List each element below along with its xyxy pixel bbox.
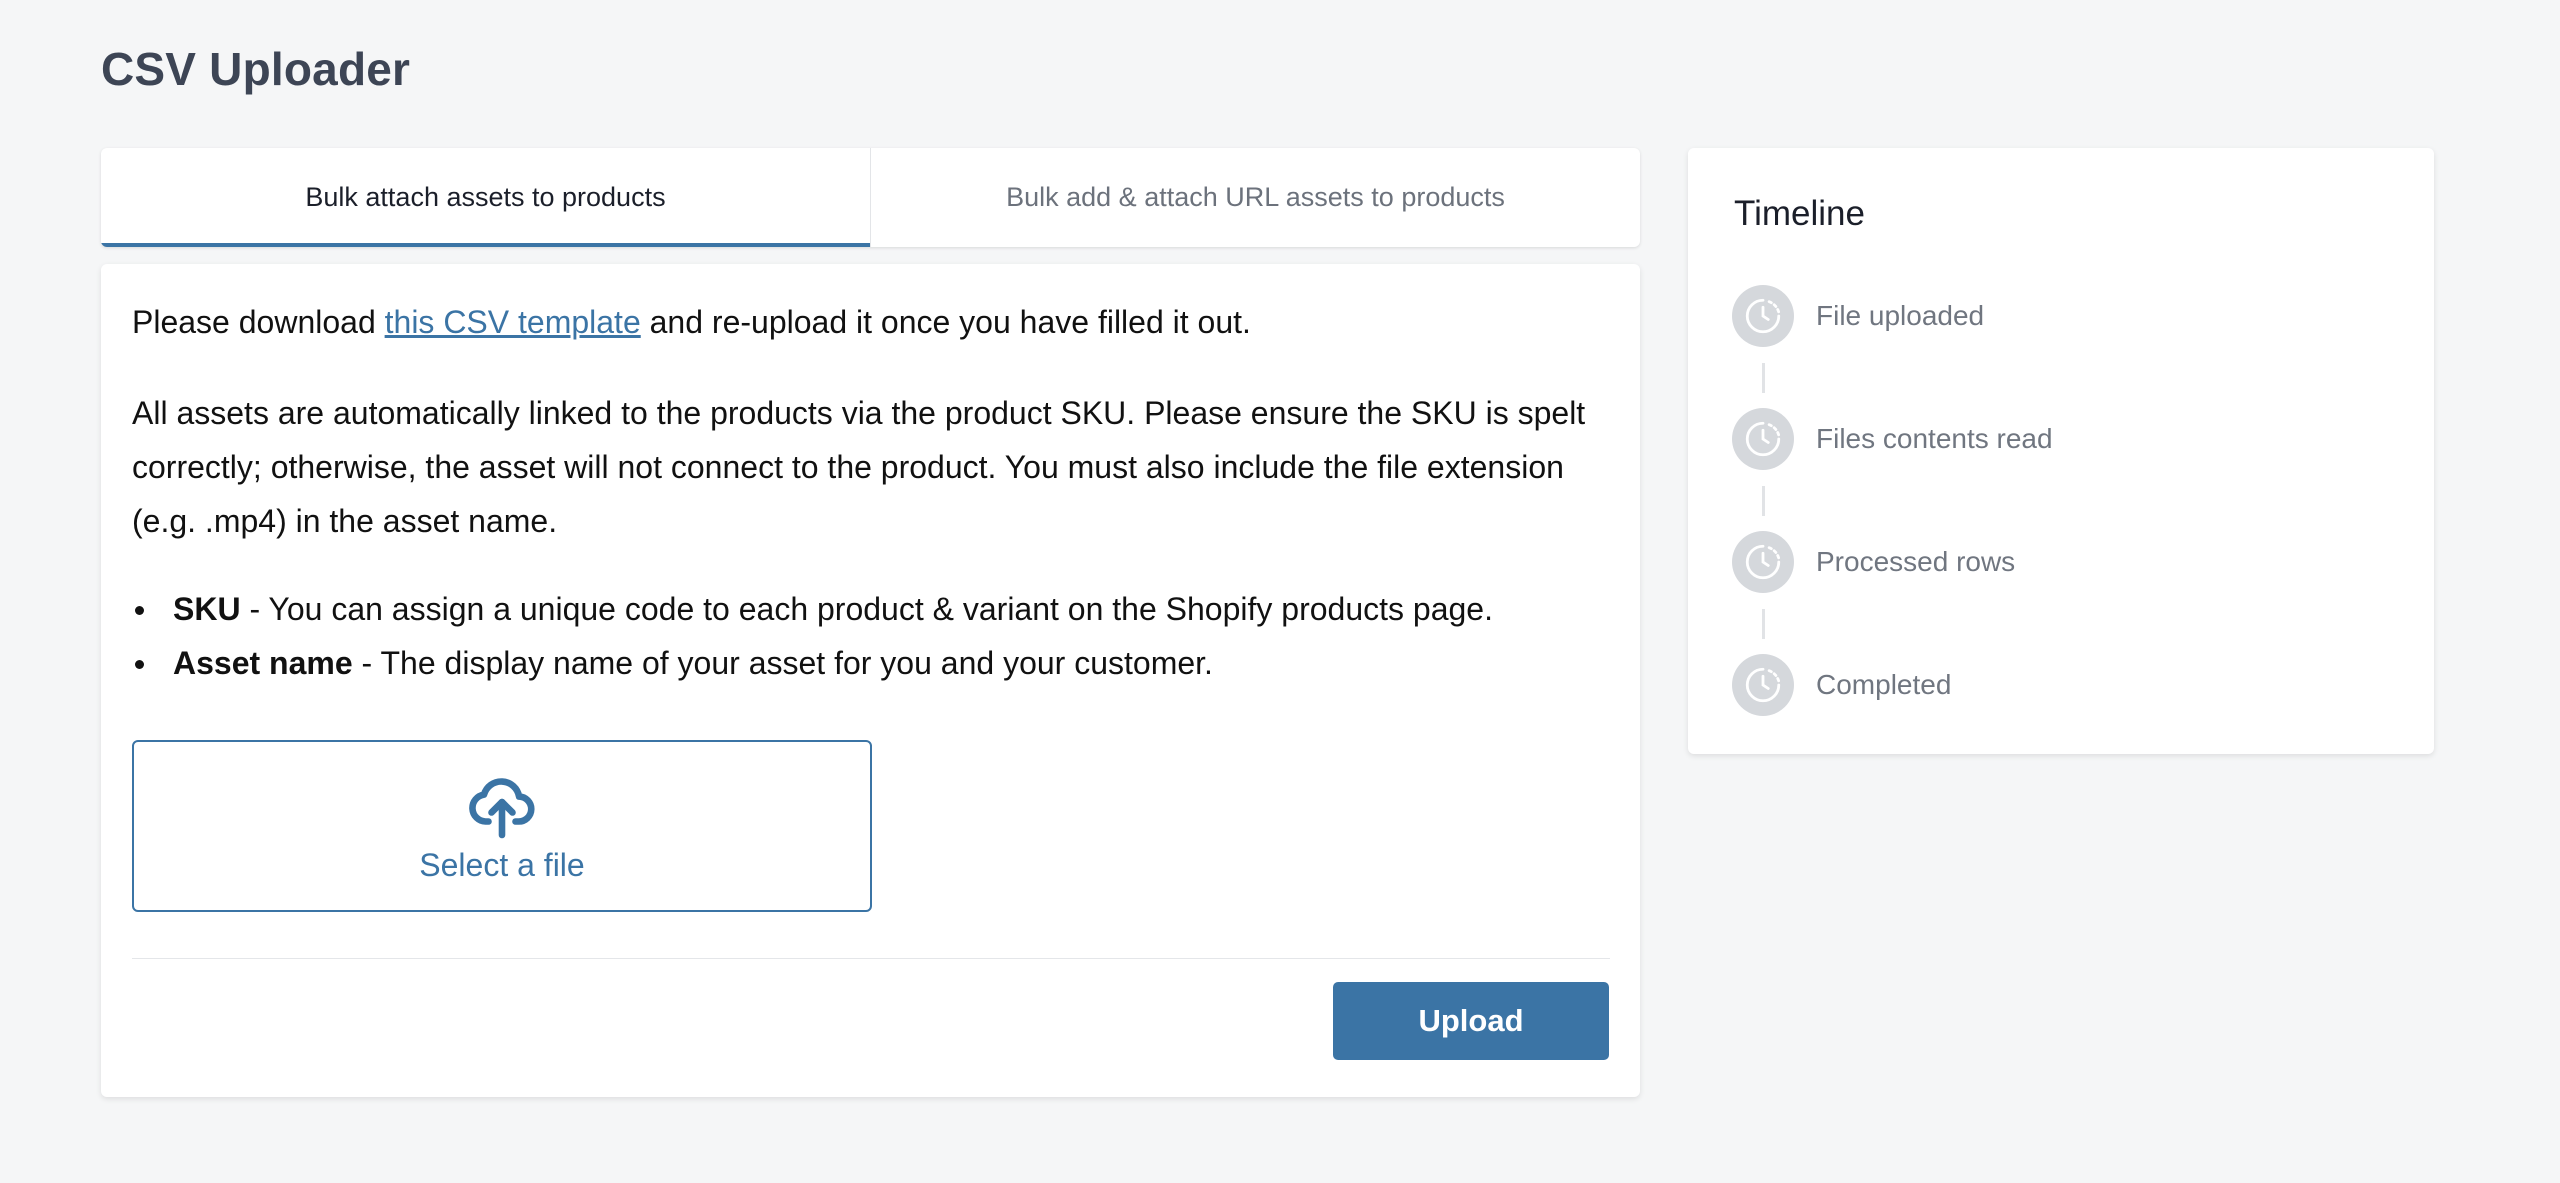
timeline-panel: Timeline File uploaded Files contents re… (1688, 148, 2434, 754)
timeline-step: Completed (1732, 654, 1951, 716)
timeline-step: Files contents read (1732, 408, 2053, 470)
field-list: SKU - You can assign a unique code to ea… (132, 582, 1612, 690)
field-description: - You can assign a unique code to each p… (240, 591, 1493, 627)
timeline-step: Processed rows (1732, 531, 2015, 593)
list-item: SKU - You can assign a unique code to ea… (132, 582, 1612, 636)
tab-bar: Bulk attach assets to products Bulk add … (101, 148, 1640, 247)
csv-template-link[interactable]: this CSV template (385, 304, 641, 340)
instructions-paragraph: All assets are automatically linked to t… (132, 395, 1586, 539)
list-item: Asset name - The display name of your as… (132, 636, 1612, 690)
cloud-upload-icon (469, 777, 535, 838)
timeline-step: File uploaded (1732, 285, 1984, 347)
tab-bulk-add-url-assets[interactable]: Bulk add & attach URL assets to products (870, 148, 1640, 247)
upload-card: Please download this CSV template and re… (101, 264, 1640, 1097)
field-term-asset-name: Asset name (173, 645, 353, 681)
timeline-connector (1762, 363, 1765, 393)
step-label: Files contents read (1816, 423, 2053, 454)
field-term-sku: SKU (173, 591, 241, 627)
step-label: Processed rows (1816, 546, 2016, 577)
timeline-connector (1762, 486, 1765, 516)
page-title: CSV Uploader (101, 43, 411, 95)
pending-clock-icon (1732, 654, 1794, 716)
pending-clock-icon (1732, 285, 1794, 347)
timeline-connector (1762, 609, 1765, 639)
pending-clock-icon (1732, 531, 1794, 593)
tab-bulk-attach-assets[interactable]: Bulk attach assets to products (101, 148, 870, 247)
timeline-title: Timeline (1734, 194, 1865, 233)
upload-button[interactable]: Upload (1333, 982, 1609, 1060)
select-file-label: Select a file (419, 846, 585, 883)
pending-clock-icon (1732, 408, 1794, 470)
intro-text: Please download this CSV template and re… (132, 300, 1251, 345)
step-label: File uploaded (1816, 300, 1985, 331)
divider (132, 958, 1610, 959)
file-dropzone[interactable]: Select a file (132, 740, 872, 912)
intro-text-before: Please download (132, 304, 385, 340)
field-description: - The display name of your asset for you… (352, 645, 1213, 681)
step-label: Completed (1816, 669, 1952, 700)
intro-text-after: and re-upload it once you have filled it… (640, 304, 1251, 340)
